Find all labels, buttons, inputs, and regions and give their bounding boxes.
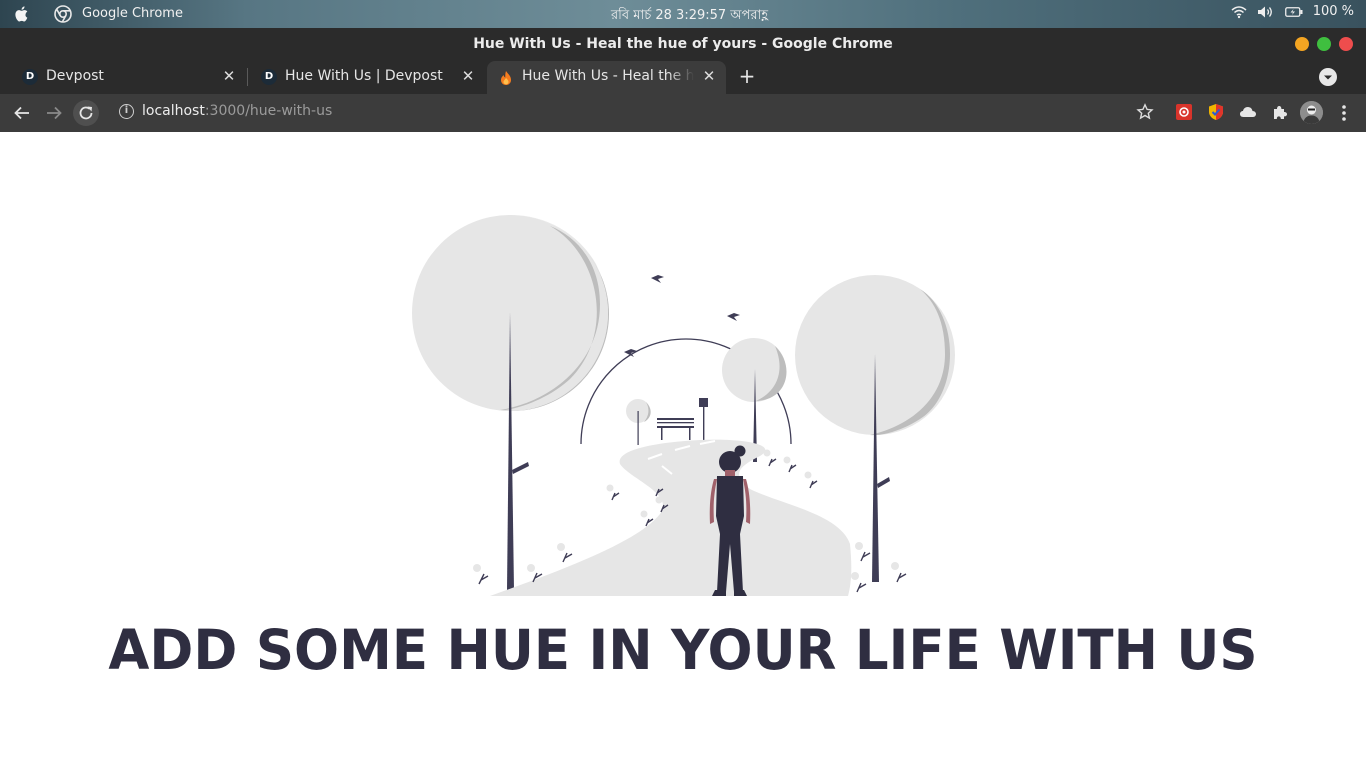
battery-icon[interactable]: [1284, 6, 1303, 18]
url-path: :3000/hue-with-us: [204, 103, 333, 119]
forward-button[interactable]: [41, 100, 67, 126]
flame-favicon-icon: [501, 71, 511, 85]
url-host: localhost: [142, 103, 205, 119]
bench: [657, 418, 694, 440]
tab-search-button[interactable]: [1319, 68, 1337, 86]
address-bar[interactable]: i localhost:3000/hue-with-us: [108, 98, 1166, 126]
tree-left: [412, 214, 609, 590]
system-clock[interactable]: রবি মার্চ 28 3:29:57 অপরাহ্ণ: [611, 6, 768, 27]
reload-icon: [79, 106, 93, 120]
sign-post: [699, 398, 708, 440]
system-tray[interactable]: 100 %: [1231, 4, 1354, 19]
devpost-favicon-icon: D: [22, 69, 38, 85]
extension-devtools-icon[interactable]: [1175, 103, 1193, 121]
kebab-menu-icon: [1342, 105, 1346, 121]
battery-percentage: 100 %: [1312, 4, 1354, 19]
window-titlebar[interactable]: Hue With Us - Heal the hue of yours - Go…: [0, 28, 1366, 60]
arrow-left-icon: [14, 106, 29, 120]
bookmark-star-icon[interactable]: [1136, 103, 1154, 121]
reload-button[interactable]: [73, 100, 99, 126]
tab-label: Devpost: [46, 68, 104, 84]
tab-close-icon[interactable]: ✕: [459, 67, 477, 85]
tab-close-icon[interactable]: ✕: [700, 67, 718, 85]
page-content: ADD SOME HUE IN YOUR LIFE WITH US: [0, 132, 1366, 768]
tree-tiny: [626, 399, 651, 445]
minimize-button[interactable]: [1295, 37, 1309, 51]
maximize-button[interactable]: [1317, 37, 1331, 51]
browser-menu-button[interactable]: [1332, 100, 1356, 126]
hero-illustration: [400, 214, 955, 596]
extension-cloud-icon[interactable]: [1239, 103, 1257, 121]
profile-avatar[interactable]: [1300, 101, 1323, 124]
tab-close-icon[interactable]: ✕: [220, 67, 238, 85]
volume-icon[interactable]: [1257, 5, 1275, 19]
page-headline: ADD SOME HUE IN YOUR LIFE WITH US: [108, 618, 1258, 683]
road: [490, 439, 852, 596]
site-info-icon[interactable]: i: [119, 104, 134, 119]
birds: [624, 275, 740, 357]
new-tab-button[interactable]: +: [736, 66, 758, 88]
extension-shield-icon[interactable]: [1207, 103, 1225, 121]
active-app-name[interactable]: Google Chrome: [82, 6, 183, 21]
arrow-right-icon: [47, 106, 62, 120]
chrome-logo-icon: [54, 5, 72, 23]
tab-devpost[interactable]: D Devpost ✕: [8, 60, 246, 94]
url-text[interactable]: localhost:3000/hue-with-us: [142, 103, 332, 119]
tab-label: Hue With Us | Devpost: [285, 68, 443, 84]
tab-hue-with-us-devpost[interactable]: D Hue With Us | Devpost ✕: [247, 60, 485, 94]
back-button[interactable]: [9, 100, 35, 126]
close-window-button[interactable]: [1339, 37, 1353, 51]
wifi-icon[interactable]: [1231, 5, 1247, 19]
devpost-favicon-icon: D: [261, 69, 277, 85]
chevron-down-icon: [1324, 75, 1332, 80]
extensions-puzzle-icon[interactable]: [1271, 103, 1289, 121]
tab-hue-with-us-active[interactable]: Hue With Us - Heal the hue of yours ✕: [487, 61, 726, 94]
apple-icon[interactable]: [12, 4, 32, 24]
os-top-bar: Google Chrome রবি মার্চ 28 3:29:57 অপরাহ…: [0, 0, 1366, 28]
tab-label: Hue With Us - Heal the hue of yours: [522, 68, 694, 84]
window-title: Hue With Us - Heal the hue of yours - Go…: [473, 36, 893, 52]
